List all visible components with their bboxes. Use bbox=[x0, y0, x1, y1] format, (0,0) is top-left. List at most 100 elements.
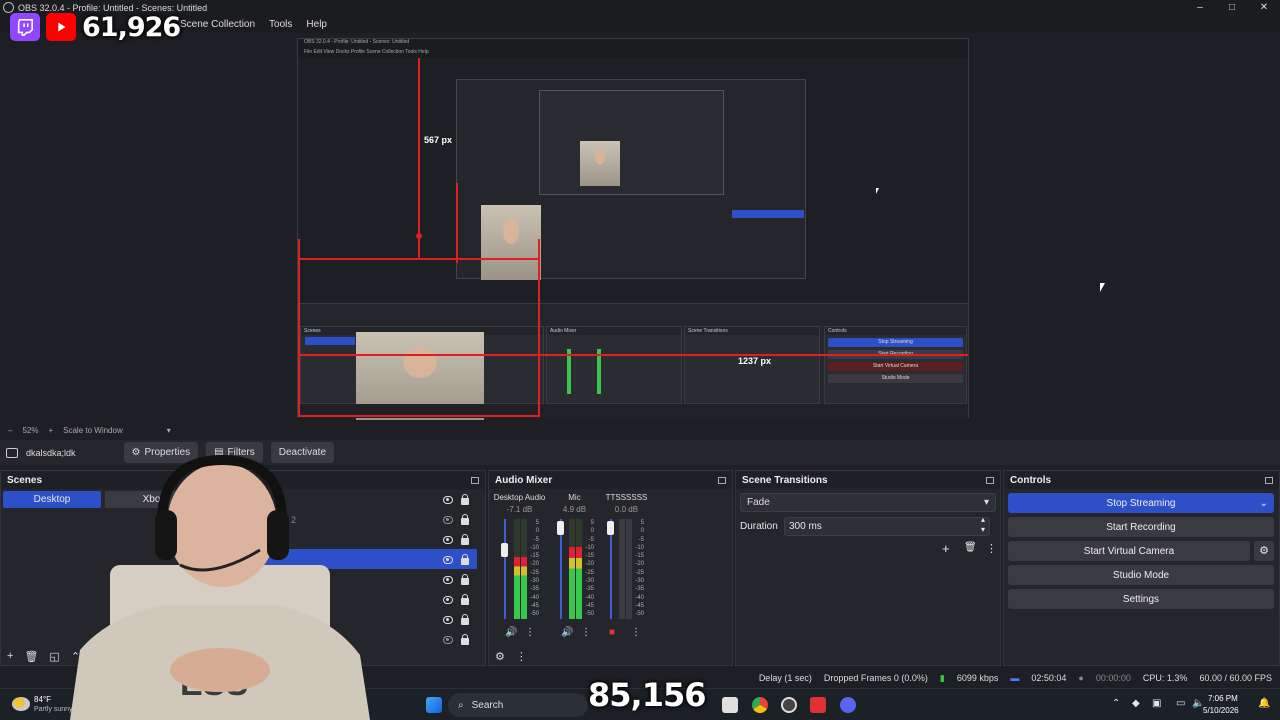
more-vert-icon[interactable]: ⋮ bbox=[581, 627, 591, 638]
zoom-in-button[interactable]: + bbox=[48, 426, 53, 435]
properties-button[interactable]: ⚙ Properties bbox=[123, 442, 199, 463]
zoom-bar: – 52% + Scale to Window ▾ bbox=[0, 423, 1280, 438]
lock-icon[interactable] bbox=[461, 634, 469, 645]
controls-title: Controls bbox=[1010, 474, 1052, 486]
filters-button[interactable]: ▤ Filters bbox=[206, 442, 263, 463]
more-vert-icon[interactable]: ⋮ bbox=[525, 627, 535, 638]
measure-height-label: 567 px bbox=[424, 135, 453, 145]
muted-speaker-icon[interactable]: ■ bbox=[609, 627, 615, 638]
lock-icon[interactable] bbox=[461, 614, 469, 625]
deactivate-button[interactable]: Deactivate bbox=[270, 442, 335, 463]
meter-tts bbox=[619, 519, 625, 619]
lock-icon[interactable] bbox=[461, 514, 469, 525]
source-row-selected[interactable] bbox=[231, 549, 477, 569]
chevron-up-icon[interactable]: ⌃ bbox=[71, 650, 80, 663]
scene-xbox[interactable]: Xbox bbox=[105, 491, 203, 508]
add-scene-button[interactable]: + bbox=[7, 650, 13, 662]
delay-status: Delay (1 sec) bbox=[758, 673, 812, 683]
audio-mixer-title: Audio Mixer bbox=[495, 474, 553, 486]
virtual-camera-settings-gear-icon[interactable]: ⚙ bbox=[1254, 541, 1274, 561]
controls-dock: Controls Stop Streaming ⌄ Start Recordin… bbox=[1003, 470, 1280, 666]
twitch-icon bbox=[10, 13, 40, 41]
eye-icon[interactable] bbox=[443, 496, 453, 504]
zoom-out-button[interactable]: – bbox=[8, 426, 12, 435]
scene-desktop[interactable]: Desktop bbox=[3, 491, 101, 508]
duration-input[interactable]: 300 ms ▴ ▾ bbox=[784, 515, 990, 536]
undock-icon[interactable] bbox=[718, 476, 726, 484]
obs-taskbar-icon[interactable] bbox=[781, 697, 797, 713]
search-icon: ⌕ bbox=[458, 699, 464, 711]
lock-icon[interactable] bbox=[461, 494, 469, 505]
more-vert-icon[interactable]: ⋮ bbox=[631, 627, 641, 638]
mixer-settings-icon[interactable]: ⚙ bbox=[495, 650, 505, 663]
menu-help[interactable]: Help bbox=[306, 19, 327, 30]
nested-menu: File Edit View Docks Profile Scene Colle… bbox=[298, 49, 968, 58]
spinner-icon[interactable]: ▴ ▾ bbox=[981, 515, 985, 535]
minimize-button[interactable]: – bbox=[1184, 0, 1216, 15]
trash-icon[interactable]: 🗑 bbox=[964, 542, 977, 553]
undock-icon[interactable] bbox=[986, 476, 994, 484]
undock-icon[interactable] bbox=[471, 476, 479, 484]
discord-icon[interactable] bbox=[840, 697, 856, 713]
tray-chevron-up-icon[interactable]: ⌃ bbox=[1112, 698, 1120, 709]
windows-start-icon[interactable] bbox=[426, 697, 442, 713]
lock-icon[interactable] bbox=[461, 574, 469, 585]
notification-bell-icon[interactable]: 🔔 bbox=[1258, 698, 1270, 709]
eye-hidden-icon[interactable] bbox=[443, 516, 453, 524]
eye-icon[interactable] bbox=[443, 616, 453, 624]
eye-icon[interactable] bbox=[443, 536, 453, 544]
speaker-icon[interactable]: 🔊 bbox=[505, 627, 517, 638]
gear-icon: ⚙ bbox=[131, 447, 141, 458]
streaming-app-icon[interactable] bbox=[810, 697, 826, 713]
menu-scene-collection[interactable]: Scene Collection bbox=[180, 19, 255, 30]
start-recording-button[interactable]: Start Recording bbox=[1008, 517, 1274, 537]
stop-streaming-button[interactable]: Stop Streaming ⌄ bbox=[1008, 493, 1274, 513]
measure-frame-right bbox=[538, 239, 540, 417]
scale-to-window[interactable]: Scale to Window bbox=[63, 426, 123, 435]
title-bar: OBS 32.0.4 - Profile: Untitled - Scenes:… bbox=[0, 0, 1280, 15]
chevron-down-icon[interactable]: ▾ bbox=[167, 426, 171, 435]
nested-obs-preview: OBS 32.0.4 - Profile: Untitled - Scenes:… bbox=[297, 38, 969, 420]
nested-controls-panel: Controls Stop Streaming Start Recording … bbox=[824, 326, 967, 404]
trash-icon[interactable]: 🗑 bbox=[24, 650, 38, 663]
transition-select[interactable]: Fade ▾ bbox=[740, 493, 996, 512]
network-icon[interactable]: ▭ bbox=[1176, 698, 1185, 709]
scenes-dock: Scenes Desktop Xbox ture 2 + 🗑 ◱ ⌃ bbox=[0, 470, 486, 666]
volume-fader-desktop[interactable] bbox=[501, 543, 508, 557]
tray-app2-icon[interactable]: ▣ bbox=[1152, 698, 1161, 709]
weather-desc: Partly sunny bbox=[34, 706, 73, 713]
eye-hidden-icon[interactable] bbox=[443, 636, 453, 644]
eye-icon[interactable] bbox=[443, 576, 453, 584]
store-icon[interactable] bbox=[722, 697, 738, 713]
chevron-down-icon[interactable]: ⌄ bbox=[1260, 498, 1268, 509]
eye-icon[interactable] bbox=[443, 556, 453, 564]
add-transition-button[interactable]: + bbox=[942, 541, 950, 556]
lock-icon[interactable] bbox=[461, 554, 469, 565]
eye-icon[interactable] bbox=[443, 596, 453, 604]
speaker-icon[interactable]: 🔊 bbox=[561, 627, 573, 638]
nested-mixer-panel: Audio Mixer bbox=[546, 326, 682, 404]
lock-icon[interactable] bbox=[461, 534, 469, 545]
menu-tools[interactable]: Tools bbox=[269, 19, 292, 30]
zoom-level: 52% bbox=[22, 426, 39, 435]
undock-icon[interactable] bbox=[1265, 476, 1273, 484]
studio-mode-button[interactable]: Studio Mode bbox=[1008, 565, 1274, 585]
scene-filter-icon[interactable]: ◱ bbox=[49, 650, 59, 663]
tray-app-icon[interactable]: ◆ bbox=[1132, 698, 1140, 709]
start-virtual-camera-button[interactable]: Start Virtual Camera bbox=[1008, 541, 1250, 561]
weather-icon[interactable] bbox=[12, 697, 30, 711]
volume-fader-mic[interactable] bbox=[557, 521, 564, 535]
maximize-button[interactable]: □ bbox=[1216, 0, 1248, 15]
scenes-footer: + 🗑 ◱ ⌃ bbox=[1, 647, 485, 665]
more-vert-icon[interactable]: ⋮ bbox=[516, 650, 527, 663]
volume-fader-tts[interactable] bbox=[607, 521, 614, 535]
lock-icon[interactable] bbox=[461, 594, 469, 605]
close-button[interactable]: ✕ bbox=[1248, 0, 1280, 15]
chrome-icon[interactable] bbox=[752, 697, 768, 713]
settings-button[interactable]: Settings bbox=[1008, 589, 1274, 609]
nested-preview-area: 567 px bbox=[298, 58, 968, 303]
nested-level3 bbox=[539, 90, 724, 195]
more-vert-icon[interactable]: ⋮ bbox=[986, 542, 997, 555]
measure-line-h2 bbox=[298, 354, 968, 356]
taskbar-search[interactable]: ⌕ Search bbox=[448, 693, 588, 717]
